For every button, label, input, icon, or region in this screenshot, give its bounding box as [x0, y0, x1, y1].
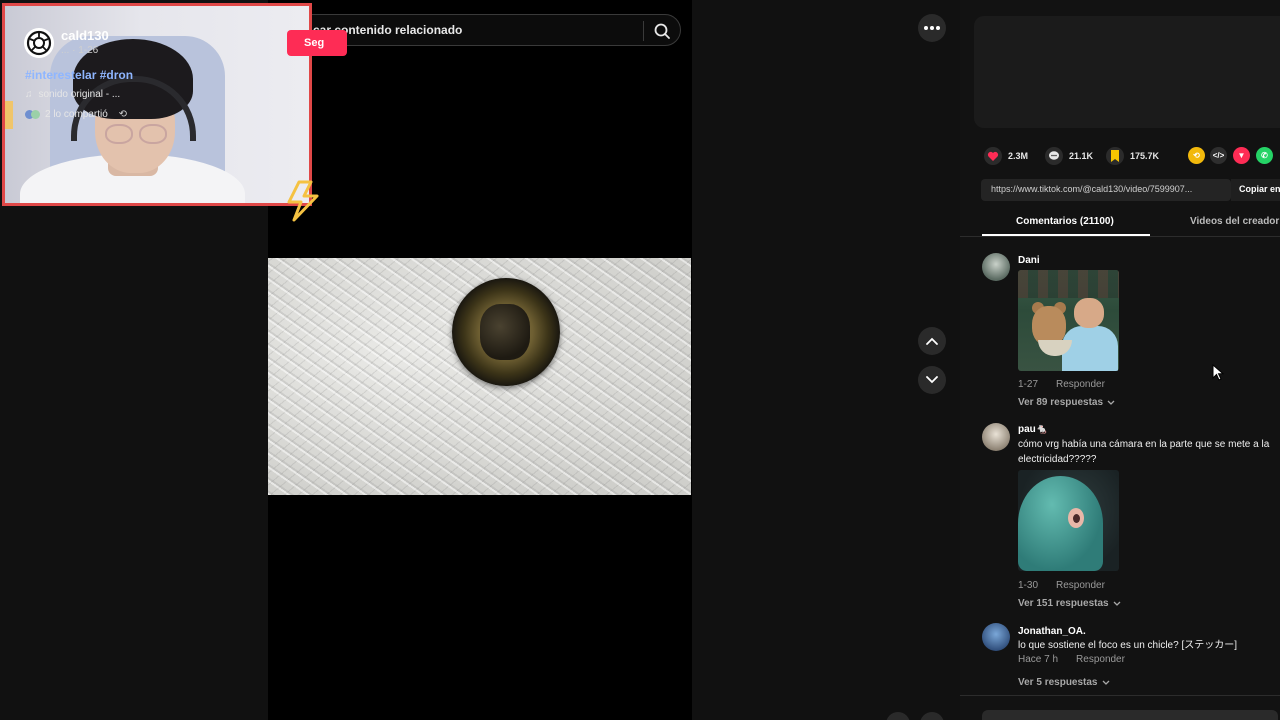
chevron-down-icon: [1107, 400, 1115, 405]
author-username[interactable]: cald130: [61, 28, 109, 43]
comment-text: lo que sostiene el foco es un chicle? [ス…: [1018, 640, 1237, 651]
chevron-down-icon: [1113, 601, 1121, 606]
like-stat[interactable]: 2.3M: [984, 147, 1028, 165]
comments-bottom-divider: [960, 695, 1280, 696]
comment-username[interactable]: pau🐁: [1018, 424, 1048, 435]
comment-meta: 1-30 Responder: [1018, 580, 1105, 591]
previous-video-button[interactable]: [918, 327, 946, 355]
avatar[interactable]: [982, 623, 1010, 651]
direct-send-icon[interactable]: ▼: [1233, 147, 1250, 164]
search-icon[interactable]: [650, 19, 674, 43]
chevron-down-icon: [926, 376, 938, 384]
repost-small-icon: ⟲: [118, 109, 127, 120]
sticker-crowd: [1018, 270, 1119, 298]
author-meta: ... · 1-26: [61, 45, 99, 56]
sticker-person: [1074, 298, 1104, 328]
lightning-bolt-icon: [287, 180, 319, 222]
search-divider: [643, 21, 644, 41]
video-player[interactable]: [268, 258, 691, 495]
shared-avatars-icon: [25, 109, 41, 119]
right-panel: [960, 0, 1280, 720]
view-replies-button[interactable]: Ver 5 respuestas: [1018, 677, 1110, 688]
comment-date: 1-30: [1018, 580, 1039, 591]
light-socket: [452, 278, 560, 386]
embed-icon[interactable]: </>: [1210, 147, 1227, 164]
shared-label: 2 lo compartió: [45, 109, 108, 120]
hashtags[interactable]: #interestelar #dron: [25, 68, 133, 82]
comment-count: 21.1K: [1069, 151, 1094, 161]
tab-divider: [960, 236, 1280, 237]
next-video-button[interactable]: [918, 366, 946, 394]
glasses-right: [139, 124, 167, 144]
sticker-fish-pupil: [1073, 514, 1080, 523]
more-dots-icon: [924, 26, 940, 30]
music-row[interactable]: ♫ sonido original - ...: [25, 89, 120, 100]
video-info-card: [974, 16, 1280, 128]
mouse-cursor-icon: [1212, 364, 1224, 381]
sticker-shirt: [1062, 326, 1118, 371]
comment-sticker-image: [1018, 270, 1119, 371]
more-options-button[interactable]: [918, 14, 946, 42]
view-replies-label: Ver 5 respuestas: [1018, 677, 1098, 688]
view-replies-button[interactable]: Ver 151 respuestas: [1018, 598, 1121, 609]
like-count: 2.3M: [1008, 151, 1029, 161]
view-replies-button[interactable]: Ver 89 respuestas: [1018, 397, 1115, 408]
comment-date: 1-27: [1018, 379, 1039, 390]
whatsapp-icon[interactable]: ✆: [1256, 147, 1273, 164]
author-avatar[interactable]: [24, 28, 54, 58]
chevron-up-icon: [926, 337, 938, 345]
comment-sticker-image: [1018, 470, 1119, 571]
comment-text: cómo vrg había una cámara en la parte qu…: [1018, 439, 1270, 465]
glasses-left: [105, 124, 133, 144]
author-logo-icon: [26, 30, 52, 56]
comment-username[interactable]: Dani: [1018, 255, 1040, 266]
search-bar[interactable]: car contenido relacionado: [296, 14, 681, 46]
chevron-down-icon: [1102, 680, 1109, 685]
socket-inner: [480, 304, 530, 360]
save-count: 175.7K: [1130, 151, 1160, 161]
follow-button[interactable]: Seg: [287, 30, 347, 56]
tab-creator-videos[interactable]: Videos del creador: [1190, 216, 1279, 227]
reply-button[interactable]: Responder: [1076, 654, 1125, 665]
sticker-fish-body: [1018, 476, 1103, 571]
music-label: sonido original - ...: [38, 89, 121, 100]
repost-icon[interactable]: ⟲: [1188, 147, 1205, 164]
bookmark-icon: [1106, 147, 1124, 165]
comment-username[interactable]: Jonathan_OA.: [1018, 626, 1086, 637]
view-replies-label: Ver 89 respuestas: [1018, 397, 1104, 408]
tab-comments[interactable]: Comentarios (21100): [1016, 216, 1114, 227]
shared-row: 2 lo compartió ⟲: [25, 109, 127, 120]
comment-date: Hace 7 h: [1018, 654, 1059, 665]
comment-meta: 1-27 Responder: [1018, 379, 1105, 390]
music-note-icon: ♫: [25, 89, 33, 100]
avatar[interactable]: [982, 423, 1010, 451]
video-url-field[interactable]: https://www.tiktok.com/@cald130/video/75…: [981, 179, 1231, 201]
save-stat[interactable]: 175.7K: [1106, 147, 1159, 165]
comment-stat[interactable]: 21.1K: [1045, 147, 1093, 165]
comment-meta: Hace 7 h Responder: [1018, 654, 1125, 665]
copy-link-button[interactable]: Copiar en: [1231, 179, 1280, 201]
avatar[interactable]: [982, 253, 1010, 281]
view-replies-label: Ver 151 respuestas: [1018, 598, 1109, 609]
add-comment-input[interactable]: [982, 710, 1278, 720]
reply-button[interactable]: Responder: [1056, 580, 1105, 591]
heart-icon: [984, 147, 1002, 165]
comment-bubble-icon: [1045, 147, 1063, 165]
reply-button[interactable]: Responder: [1056, 379, 1105, 390]
webcam-window: [5, 101, 13, 129]
middle-background: [692, 0, 960, 720]
